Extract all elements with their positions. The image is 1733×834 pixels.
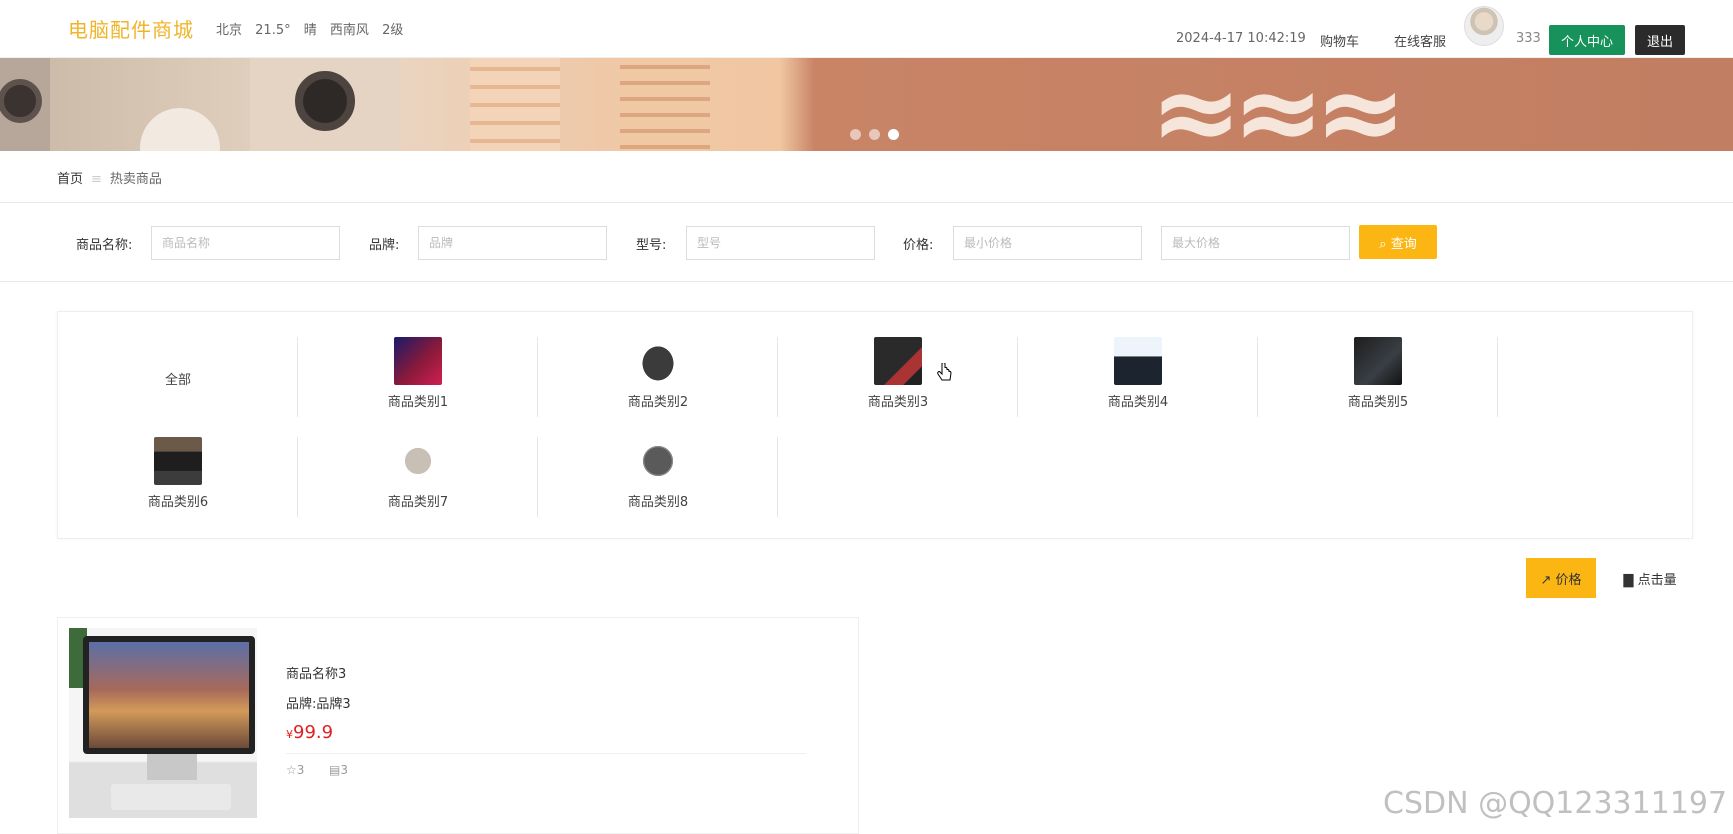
category-item-6[interactable]: 商品类别6 <box>58 437 298 517</box>
model-input[interactable] <box>686 226 875 260</box>
sort-price-label: 价格 <box>1555 572 1582 588</box>
sort-clicks-label: 点击量 <box>1637 572 1677 588</box>
category-label: 商品类别8 <box>627 495 689 510</box>
banner-speaker-image <box>250 58 400 151</box>
banner-decor <box>140 108 220 151</box>
personal-center-button[interactable]: 个人中心 <box>1549 25 1625 55</box>
comments-stat: ▤3 <box>329 763 348 777</box>
category-thumbnail <box>634 337 682 385</box>
current-datetime: 2024-4-17 10:42:19 <box>1176 31 1306 46</box>
weather-temp: 21.5° <box>255 23 291 38</box>
breadcrumb-current: 热卖商品 <box>109 172 162 187</box>
online-service-link[interactable]: 在线客服 <box>1394 31 1446 50</box>
weather-condition: 晴 <box>303 23 317 38</box>
category-item-1[interactable]: 商品类别1 <box>298 337 538 417</box>
category-item-8[interactable]: 商品类别8 <box>538 437 778 517</box>
category-thumbnail <box>394 337 442 385</box>
category-label: 商品类别4 <box>1107 395 1169 410</box>
weather-info: 北京 21.5° 晴 西南风 2级 <box>216 19 412 38</box>
category-thumbnail <box>634 437 682 485</box>
price-currency: ¥ <box>286 728 293 741</box>
category-item-5[interactable]: 商品类别5 <box>1258 337 1498 417</box>
category-item-2[interactable]: 商品类别2 <box>538 337 778 417</box>
model-label: 型号: <box>636 238 667 253</box>
hand-cursor-icon <box>937 363 952 381</box>
banner-brush-art: ≈≈≈ <box>1150 58 1407 151</box>
divider <box>0 281 1733 282</box>
comment-icon: ▤ <box>329 763 341 777</box>
search-icon: ⌕ <box>1379 236 1387 252</box>
product-price: ¥99.9 <box>286 722 333 743</box>
category-thumbnail <box>874 337 922 385</box>
product-image[interactable] <box>69 628 257 818</box>
min-price-input[interactable] <box>953 226 1142 260</box>
cart-link[interactable]: 购物车 <box>1320 31 1359 50</box>
divider <box>0 202 1733 203</box>
product-name[interactable]: 商品名称3 <box>286 663 346 682</box>
category-thumbnail <box>1114 337 1162 385</box>
logout-button[interactable]: 退出 <box>1635 25 1685 55</box>
user-avatar[interactable] <box>1464 6 1504 46</box>
carousel-indicators <box>850 125 907 144</box>
search-button-label: 查询 <box>1390 236 1417 252</box>
category-thumbnail <box>394 437 442 485</box>
category-all[interactable]: 全部 <box>58 337 298 417</box>
weather-level: 2级 <box>382 23 404 38</box>
banner-speaker-image <box>0 58 50 151</box>
category-item-7[interactable]: 商品类别7 <box>298 437 538 517</box>
price-label: 价格: <box>903 238 934 253</box>
weather-wind: 西南风 <box>329 23 369 38</box>
category-label: 商品类别3 <box>867 395 929 410</box>
category-panel: 全部 商品类别1 商品类别2 商品类别3 商品类别4 商品类别5 商品类别6 商… <box>57 311 1693 539</box>
trend-icon: ↗ <box>1540 572 1552 588</box>
top-header: 电脑配件商城 北京 21.5° 晴 西南风 2级 2024-4-17 10:42… <box>0 0 1733 58</box>
category-label: 商品类别5 <box>1347 395 1409 410</box>
carousel-dot-1[interactable] <box>850 129 861 140</box>
favorites-stat: ☆3 <box>286 763 304 777</box>
product-card[interactable]: 商品名称3 品牌:品牌3 ¥99.9 ☆3 ▤3 <box>57 617 859 834</box>
breadcrumb-separator: ≡ <box>91 172 102 187</box>
watermark: CSDN @QQ123311197 <box>1383 786 1728 821</box>
category-label: 全部 <box>164 373 191 388</box>
search-button[interactable]: ⌕ 查询 <box>1359 225 1437 259</box>
category-item-3[interactable]: 商品类别3 <box>778 337 1018 417</box>
site-logo[interactable]: 电脑配件商城 <box>68 14 194 43</box>
category-thumbnail <box>1354 337 1402 385</box>
breadcrumb-home[interactable]: 首页 <box>57 172 83 187</box>
username: 333 <box>1516 31 1541 46</box>
sort-by-clicks-button[interactable]: ▇ 点击量 <box>1612 558 1688 598</box>
carousel-dot-3[interactable] <box>888 129 899 140</box>
banner-decor <box>620 58 710 151</box>
breadcrumb: 首页 ≡ 热卖商品 <box>57 168 162 187</box>
max-price-input[interactable] <box>1161 226 1350 260</box>
category-thumbnail <box>154 437 202 485</box>
comments-count: 3 <box>340 763 348 777</box>
banner-decor <box>470 58 560 151</box>
product-brand: 品牌:品牌3 <box>286 697 351 712</box>
carousel-dot-2[interactable] <box>869 129 880 140</box>
price-value: 99.9 <box>293 722 334 743</box>
weather-city: 北京 <box>216 23 243 38</box>
brand-label: 品牌: <box>369 238 400 253</box>
category-item-4[interactable]: 商品类别4 <box>1018 337 1258 417</box>
category-label: 商品类别2 <box>627 395 689 410</box>
category-label: 商品类别7 <box>387 495 449 510</box>
divider <box>286 753 806 754</box>
star-icon: ☆ <box>286 763 297 777</box>
name-label: 商品名称: <box>76 238 133 253</box>
brand-input[interactable] <box>418 226 607 260</box>
category-label: 商品类别1 <box>387 395 449 410</box>
sort-by-price-button[interactable]: ↗ 价格 <box>1526 558 1596 598</box>
name-input[interactable] <box>151 226 340 260</box>
bar-chart-icon: ▇ <box>1623 572 1634 588</box>
favorites-count: 3 <box>296 763 305 777</box>
category-label: 商品类别6 <box>147 495 209 510</box>
